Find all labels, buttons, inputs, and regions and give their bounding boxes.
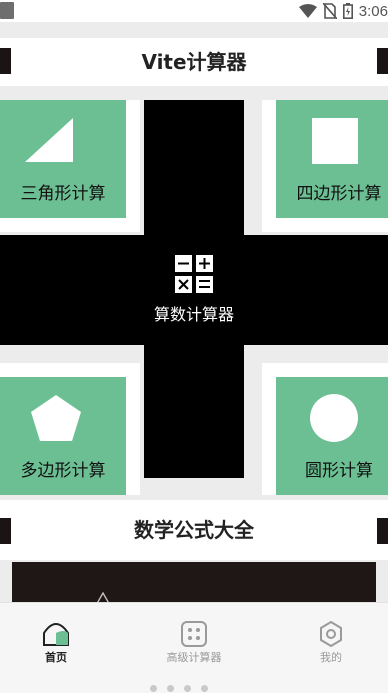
wifi-icon xyxy=(298,4,317,18)
page-dot xyxy=(184,685,191,692)
section-title: 数学公式大全 xyxy=(134,518,254,542)
tab-advanced-calculator[interactable]: 高级计算器 xyxy=(144,621,244,665)
gear-icon xyxy=(320,621,342,647)
title-right-accent xyxy=(377,48,388,74)
polygon-calc-tile[interactable]: 多边形计算 xyxy=(0,363,140,495)
page-dot xyxy=(201,685,208,692)
section-right-accent xyxy=(377,518,388,544)
triangle-icon xyxy=(25,118,73,162)
bottom-tab-bar: 首页 高级计算器 我的 xyxy=(0,602,388,693)
arithmetic-calculator-button[interactable]: 算数计算器 xyxy=(144,255,244,325)
quadrilateral-calc-label: 四边形计算 xyxy=(296,184,382,204)
pentagon-icon xyxy=(31,395,81,441)
section-header: 数学公式大全 xyxy=(0,500,388,560)
page-dot xyxy=(167,685,174,692)
tab-advanced-calculator-label: 高级计算器 xyxy=(166,651,222,664)
app-title-bar: Vite计算器 xyxy=(0,38,388,86)
circle-calc-label: 圆形计算 xyxy=(305,461,373,481)
status-bar: 3:06 xyxy=(0,0,388,22)
calculator-grid-icon xyxy=(181,621,207,647)
tab-mine[interactable]: 我的 xyxy=(281,621,381,665)
status-icons: 3:06 xyxy=(298,2,388,20)
title-left-accent xyxy=(0,48,11,74)
quadrilateral-calc-tile[interactable]: 四边形计算 xyxy=(262,100,388,232)
calculator-icon xyxy=(175,255,213,293)
tab-home[interactable]: 首页 xyxy=(6,621,106,665)
notification-icon xyxy=(0,2,14,19)
circle-icon xyxy=(310,394,358,442)
app-title: Vite计算器 xyxy=(141,50,247,74)
battery-icon xyxy=(342,3,353,19)
tab-mine-label: 我的 xyxy=(320,651,342,664)
triangle-calc-label: 三角形计算 xyxy=(20,184,106,204)
page-dot xyxy=(150,685,157,692)
tab-home-label: 首页 xyxy=(45,651,67,664)
square-icon xyxy=(312,118,358,164)
status-time: 3:06 xyxy=(358,2,388,20)
no-sim-icon xyxy=(322,3,337,19)
arithmetic-calculator-label: 算数计算器 xyxy=(153,305,234,324)
triangle-calc-tile[interactable]: 三角形计算 xyxy=(0,100,140,232)
page-indicator-dots xyxy=(150,685,208,692)
circle-calc-tile[interactable]: 圆形计算 xyxy=(262,363,388,495)
home-icon xyxy=(43,623,69,646)
section-left-accent xyxy=(0,518,11,544)
polygon-calc-label: 多边形计算 xyxy=(20,461,106,481)
